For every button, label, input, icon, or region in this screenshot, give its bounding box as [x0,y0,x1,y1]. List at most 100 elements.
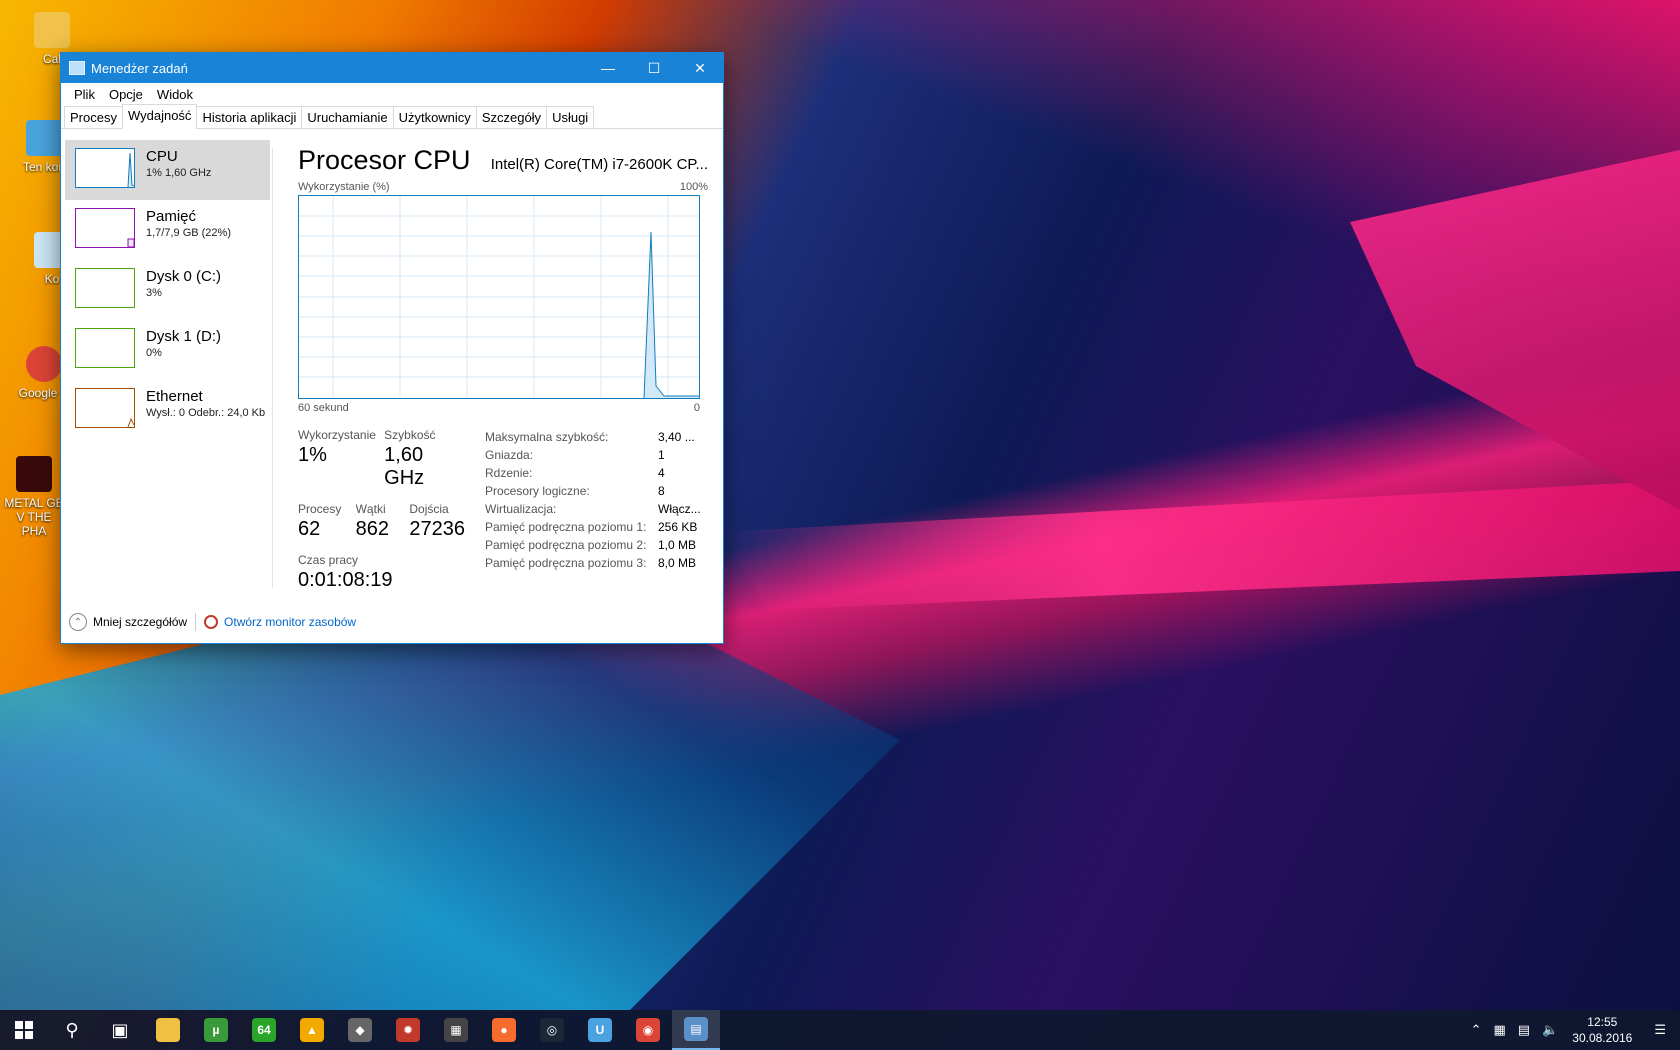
speed-label: Szybkość [384,428,436,442]
taskbar-app[interactable]: µ [192,1010,240,1050]
clock[interactable]: 12:55 30.08.2016 [1564,1014,1640,1046]
speed-value: 1,60 GHz [384,444,425,489]
graph-y-min: 0 [693,402,700,414]
tab-details[interactable]: Szczegóły [475,106,548,128]
taskbar-app[interactable]: ◆ [336,1010,384,1050]
taskbar-app[interactable]: ● [480,1010,528,1050]
resource-disk-1[interactable]: Dysk 1 (D:) 0% [65,320,270,380]
cpu-model: Intel(R) Core(TM) i7-2600K CP... [490,156,708,173]
menu-file[interactable]: Plik [67,87,102,102]
cpu-usage-graph-svg [299,196,699,398]
title-bar[interactable]: Menedżer zadań — ☐ ✕ [61,53,723,83]
detail-value: 1,0 MB [658,538,697,552]
threads-label: Wątki [355,502,386,516]
resource-ethernet[interactable]: Ethernet Wysł.: 0 Odebr.: 24,0 Kb [65,380,270,440]
handles-value: 27236 [409,518,465,540]
handles-label: Dojścia [409,502,449,516]
panel-divider [272,148,273,588]
task-manager-window: Menedżer zadań — ☐ ✕ Plik Opcje Widok Pr… [60,52,724,644]
menu-bar: Plik Opcje Widok [61,83,723,105]
tab-services[interactable]: Usługi [546,106,595,128]
close-button[interactable]: ✕ [677,53,723,83]
origin-triangle-icon: ▲ [300,1018,324,1042]
resource-memory[interactable]: Pamięć 1,7/7,9 GB (22%) [65,200,270,260]
volume-icon[interactable]: 🔈 [1536,1022,1564,1038]
resource-name: Dysk 0 (C:) [146,268,221,285]
taskbar-app[interactable]: 64 [240,1010,288,1050]
search-icon: ⚲ [65,1019,79,1040]
file-explorer-icon [156,1018,180,1042]
desktop-icon-label: Ko [44,272,60,286]
taskbar-app[interactable] [144,1010,192,1050]
chevron-up-icon[interactable]: ⌃ [69,613,87,631]
disk1-thumbnail-graph [75,328,135,368]
processes-value: 62 [298,518,321,540]
action-center-icon[interactable]: ☰ [1640,1022,1680,1038]
tab-users[interactable]: Użytkownicy [392,106,477,128]
taskbar-app[interactable]: ◎ [528,1010,576,1050]
clapper-icon: ▦ [444,1018,468,1042]
detail-key: Maksymalna szybkość: [485,430,609,444]
less-details-button[interactable]: Mniej szczegółów [93,615,187,629]
steam-icon: ◎ [540,1018,564,1042]
task-view-button[interactable]: ▣ [96,1010,144,1050]
computer-icon [26,120,62,156]
taskbar-app[interactable]: ◉ [624,1010,672,1050]
threads-value: 862 [355,518,389,540]
tab-performance[interactable]: Wydajność [121,104,198,129]
search-button[interactable]: ⚲ [48,1010,96,1050]
chrome-icon [26,346,62,382]
desktop-icon-game[interactable]: METAL GE V THE PHA [4,456,64,538]
resource-name: CPU [146,148,178,165]
cpu-details-list: Maksymalna szybkość: 3,40 ... Gniazda: 1 R… [485,428,708,592]
task-view-icon: ▣ [111,1019,129,1040]
game-icon [16,456,52,492]
tab-startup[interactable]: Uruchamianie [301,106,394,128]
tab-bar: Procesy Wydajność Historia aplikacji Uru… [61,104,723,129]
folder-icon [34,12,70,48]
network-icon[interactable]: ▤ [1512,1022,1536,1038]
open-resource-monitor-link[interactable]: Otwórz monitor zasobów [224,615,356,629]
usage-value: 1% [298,444,327,466]
tab-processes[interactable]: Procesy [64,106,123,128]
chevron-up-icon[interactable]: ⌃ [1465,1022,1488,1038]
resource-value: 1,7/7,9 GB (22%) [146,227,231,239]
taskbar-app[interactable]: ✹ [384,1010,432,1050]
resource-disk-0[interactable]: Dysk 0 (C:) 3% [65,260,270,320]
resource-value: 0% [146,347,162,359]
detail-value: 3,40 ... [658,430,695,444]
start-button[interactable] [0,1010,48,1050]
menu-options[interactable]: Opcje [102,87,150,102]
resource-name: Dysk 1 (D:) [146,328,221,345]
menu-view[interactable]: Widok [150,87,200,102]
usb-icon[interactable]: ▦ [1488,1022,1512,1038]
resource-list: CPU 1% 1,60 GHz Pamięć 1,7/7,9 GB (22%) … [65,140,270,440]
resource-value: 3% [146,287,162,299]
graph-y-max: 100% [679,181,708,193]
taskbar-app[interactable]: ▦ [432,1010,480,1050]
detail-key: Pamięć podręczna poziomu 2: [485,538,647,552]
warning-icon: ◆ [348,1018,372,1042]
detail-key: Wirtualizacja: [485,502,557,516]
resource-value: Wysł.: 0 Odebr.: 24,0 Kb [146,407,266,419]
maximize-button[interactable]: ☐ [631,53,677,83]
taskbar-apps: µ 64 ▲ ◆ ✹ ▦ ● ◎ U ◉ ▤ [144,1010,720,1050]
minimize-button[interactable]: — [585,53,631,83]
resource-cpu[interactable]: CPU 1% 1,60 GHz [65,140,270,200]
utorrent-icon: µ [204,1018,228,1042]
detail-value: 4 [658,466,665,480]
taskbar-app[interactable]: U [576,1010,624,1050]
disk0-thumbnail-graph [75,268,135,308]
cpu-detail-panel: Procesor CPU Intel(R) Core(TM) i7-2600K … [298,145,708,592]
clock-date: 30.08.2016 [1572,1031,1633,1045]
resource-name: Ethernet [146,388,203,405]
ethernet-thumbnail-graph [75,388,135,428]
tab-app-history[interactable]: Historia aplikacji [196,106,303,128]
detail-value: 256 KB [658,520,698,534]
graph-y-label: Wykorzystanie (%) [298,181,390,193]
detail-value: 8,0 MB [658,556,697,570]
uplay-icon: U [588,1018,612,1042]
taskbar-app[interactable]: ▤ [672,1010,720,1050]
taskbar-app[interactable]: ▲ [288,1010,336,1050]
desktop-icon-label: Cal [42,52,61,66]
